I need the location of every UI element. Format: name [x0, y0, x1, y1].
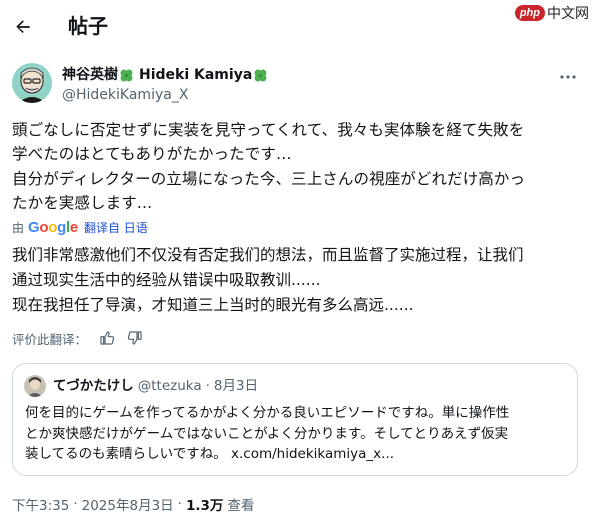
post-line: たかを実感します…	[12, 193, 153, 212]
quoted-text: 何を目的にゲームを作ってるかがよく分かる良いエピソードですね。単に操作性 とか爽…	[25, 403, 570, 465]
author-avatar[interactable]	[12, 63, 52, 103]
back-button[interactable]	[8, 12, 38, 42]
translated-line: 通过现实生活中的经验从错误中吸取教训......	[12, 271, 321, 289]
meta-separator: ·	[177, 496, 182, 512]
watermark-badge: php	[514, 5, 545, 21]
author-name-line[interactable]: 神谷英樹 Hideki Kamiya	[62, 65, 269, 85]
quoted-author-handle[interactable]: @ttezuka	[138, 377, 202, 395]
post-line: 自分がディレクターの立場になった今、三上さんの視座がどれだけ高かっ	[12, 169, 526, 188]
post-author: 神谷英樹 Hideki Kamiya @HidekiKamiya_X	[12, 63, 582, 107]
quoted-line-text: 装してるのも素晴らしいですね。	[25, 446, 227, 462]
google-logo: Google	[28, 218, 78, 236]
watermark-text: 中文网	[547, 6, 589, 22]
quoted-post[interactable]: てづかたけし @ttezuka · 8月3日 何を目的にゲームを作ってるかがよく…	[12, 363, 578, 476]
quoted-date[interactable]: 8月3日	[214, 377, 258, 395]
post-date[interactable]: 2025年8月3日	[82, 494, 174, 514]
four-leaf-clover-icon	[120, 69, 133, 81]
post-meta: 下午3:35 · 2025年8月3日 · 1.3万 查看	[12, 494, 254, 514]
post-line: 学べたのはとてもありがたかったです…	[12, 145, 292, 164]
top-bar: 帖子 php 中文网	[0, 0, 593, 53]
arrow-left-icon	[16, 20, 30, 33]
translation-source-link[interactable]: 翻译自 日语	[84, 219, 148, 236]
quoted-link[interactable]: x.com/hidekikamiya_x...	[231, 446, 394, 462]
post-text: 頭ごなしに否定せずに実装を見守ってくれて、我々も実体験を経て失敗を 学べたのはと…	[12, 118, 584, 215]
author-name-en: Hideki Kamiya	[139, 67, 253, 83]
translated-line: 我们非常感激他们不仅没有否定我们的想法，而且监督了实施过程，让我们	[12, 246, 524, 264]
quoted-author-name[interactable]: てづかたけし	[53, 377, 134, 395]
quoted-header: てづかたけし @ttezuka · 8月3日	[53, 377, 258, 395]
view-count: 1.3万	[185, 498, 224, 514]
translation-prefix: 由	[12, 220, 25, 235]
quoted-separator: ·	[205, 378, 210, 394]
thumbs-down-icon[interactable]	[127, 330, 143, 346]
post-line: 頭ごなしに否定せずに実装を見守ってくれて、我々も実体験を経て失敗を	[12, 121, 525, 139]
more-button[interactable]	[556, 67, 580, 87]
quoted-author-avatar[interactable]	[24, 375, 46, 397]
page-title: 帖子	[68, 14, 108, 38]
meta-separator: ·	[73, 496, 78, 512]
quoted-line: とか爽快感だけがゲームではないことがよく分かります。そしてとりあえず仮実	[25, 425, 509, 442]
watermark-logo: php 中文网	[514, 2, 589, 24]
author-name: 神谷英樹	[62, 67, 118, 83]
author-handle[interactable]: @HidekiKamiya_X	[62, 86, 188, 104]
translated-text: 我们非常感激他们不仅没有否定我们的想法，而且监督了实施过程，让我们 通过现实生活…	[12, 243, 584, 318]
rate-translation-label: 评价此翻译：	[12, 331, 88, 347]
post-time[interactable]: 下午3:35	[12, 494, 69, 514]
rate-translation: 评价此翻译：	[12, 328, 143, 348]
quoted-line: 装してるのも素晴らしいですね。 x.com/hidekikamiya_x...	[25, 444, 570, 465]
translation-attribution: 由 Google 翻译自 日语	[12, 218, 148, 236]
four-leaf-clover-icon	[254, 69, 267, 81]
translated-line: 现在我担任了导演，才知道三上当时的眼光有多么高远......	[12, 296, 414, 314]
thumbs-up-icon[interactable]	[99, 330, 115, 346]
view-label: 查看	[227, 498, 255, 514]
quoted-line: 何を目的にゲームを作ってるかがよく分かる良いエピソードですね。単に操作性	[25, 405, 510, 421]
more-horizontal-icon	[560, 75, 576, 79]
